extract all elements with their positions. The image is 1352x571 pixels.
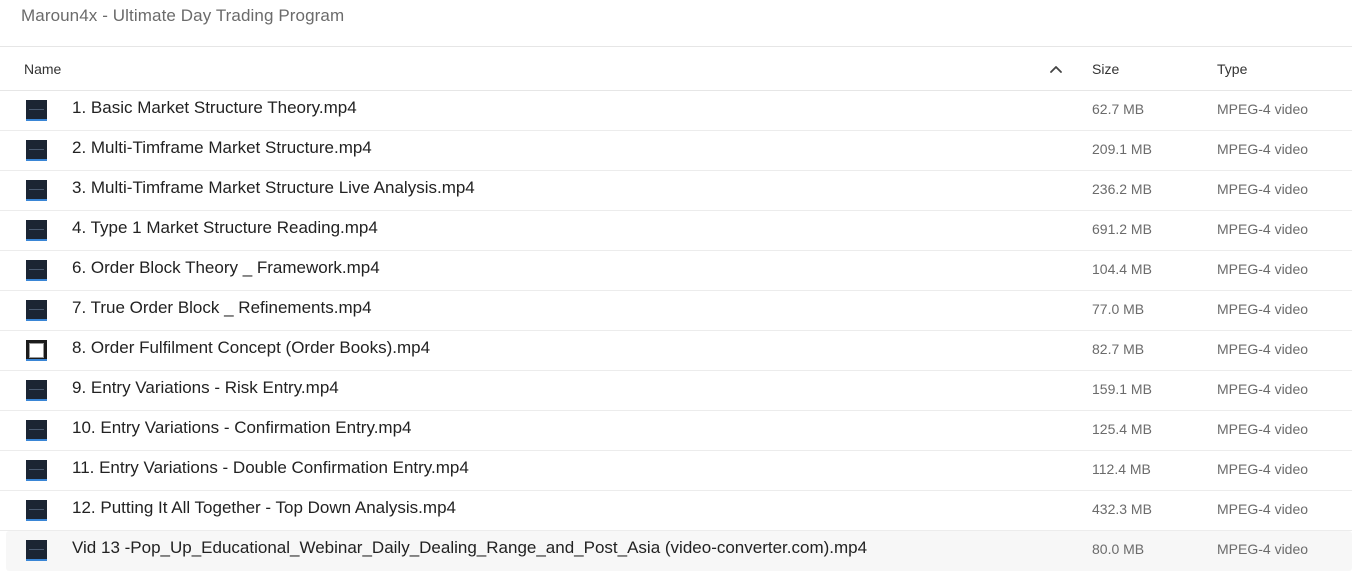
file-type: MPEG-4 video	[1217, 381, 1309, 397]
file-size: 691.2 MB	[1092, 221, 1152, 237]
table-row[interactable]: 3. Multi-Timframe Market Structure Live …	[0, 171, 1352, 211]
file-size: 112.4 MB	[1092, 461, 1151, 477]
file-size: 209.1 MB	[1092, 141, 1152, 157]
video-thumbnail-icon	[26, 100, 47, 121]
file-size: 82.7 MB	[1092, 341, 1145, 357]
file-name: 6. Order Block Theory _ Framework.mp4	[72, 258, 380, 277]
folder-header: Maroun4x - Ultimate Day Trading Program	[0, 0, 1352, 47]
table-row[interactable]: 8. Order Fulfilment Concept (Order Books…	[0, 331, 1352, 371]
file-size: 159.1 MB	[1092, 381, 1152, 397]
table-row[interactable]: 2. Multi-Timframe Market Structure.mp4 20…	[0, 131, 1352, 171]
table-row[interactable]: 9. Entry Variations - Risk Entry.mp4 159.…	[0, 371, 1352, 411]
video-thumbnail-icon	[26, 500, 47, 521]
video-thumbnail-icon	[26, 180, 47, 201]
table-row[interactable]: 4. Type 1 Market Structure Reading.mp4 69…	[0, 211, 1352, 251]
video-thumbnail-icon	[26, 420, 47, 441]
file-size: 77.0 MB	[1092, 301, 1145, 317]
file-name: 8. Order Fulfilment Concept (Order Books…	[72, 338, 431, 357]
table-row[interactable]: 10. Entry Variations - Confirmation Entr…	[0, 411, 1352, 451]
file-type: MPEG-4 video	[1217, 541, 1309, 557]
file-name: 2. Multi-Timframe Market Structure.mp4	[72, 138, 372, 157]
file-type: MPEG-4 video	[1217, 301, 1309, 317]
video-thumbnail-icon	[26, 300, 47, 321]
file-name: 9. Entry Variations - Risk Entry.mp4	[72, 378, 339, 397]
file-list: 1. Basic Market Structure Theory.mp4 62.7…	[0, 91, 1352, 571]
file-type: MPEG-4 video	[1217, 501, 1309, 517]
file-size: 104.4 MB	[1092, 261, 1152, 277]
table-header-row: Name Size Type	[0, 47, 1352, 91]
file-name: 4. Type 1 Market Structure Reading.mp4	[72, 218, 378, 237]
video-thumbnail-icon	[26, 260, 47, 281]
file-size: 236.2 MB	[1092, 181, 1152, 197]
file-name: 11. Entry Variations - Double Confirmati…	[72, 458, 469, 477]
column-header-size[interactable]: Size	[1092, 61, 1119, 77]
video-thumbnail-icon	[26, 140, 47, 161]
file-table: Name Size Type 1. Basic Market Structure…	[0, 47, 1352, 571]
file-size: 432.3 MB	[1092, 501, 1152, 517]
file-name: 3. Multi-Timframe Market Structure Live …	[72, 178, 475, 197]
video-thumbnail-icon	[26, 540, 47, 561]
video-thumbnail-white-icon	[26, 340, 47, 361]
file-name: 7. True Order Block _ Refinements.mp4	[72, 298, 372, 317]
file-type: MPEG-4 video	[1217, 341, 1309, 357]
file-type: MPEG-4 video	[1217, 101, 1309, 117]
folder-title: Maroun4x - Ultimate Day Trading Program	[21, 6, 345, 25]
table-row[interactable]: 1. Basic Market Structure Theory.mp4 62.7…	[0, 91, 1352, 131]
chevron-up-icon[interactable]	[1049, 63, 1063, 75]
file-size: 80.0 MB	[1092, 541, 1145, 557]
table-row[interactable]: 6. Order Block Theory _ Framework.mp4 104…	[0, 251, 1352, 291]
table-row[interactable]: Vid 13 -Pop_Up_Educational_Webinar_Daily…	[6, 531, 1352, 571]
file-type: MPEG-4 video	[1217, 261, 1309, 277]
column-header-type[interactable]: Type	[1217, 61, 1247, 77]
column-header-name[interactable]: Name	[24, 61, 61, 77]
file-name: 10. Entry Variations - Confirmation Entr…	[72, 418, 412, 437]
file-size: 125.4 MB	[1092, 421, 1152, 437]
file-type: MPEG-4 video	[1217, 181, 1309, 197]
file-type: MPEG-4 video	[1217, 421, 1309, 437]
table-row[interactable]: 11. Entry Variations - Double Confirmati…	[0, 451, 1352, 491]
video-thumbnail-icon	[26, 220, 47, 241]
file-name: 1. Basic Market Structure Theory.mp4	[72, 98, 357, 117]
table-row[interactable]: 7. True Order Block _ Refinements.mp4 77.…	[0, 291, 1352, 331]
table-row[interactable]: 12. Putting It All Together - Top Down A…	[0, 491, 1352, 531]
file-name: 12. Putting It All Together - Top Down A…	[72, 498, 456, 517]
video-thumbnail-icon	[26, 460, 47, 481]
file-type: MPEG-4 video	[1217, 221, 1309, 237]
video-thumbnail-icon	[26, 380, 47, 401]
file-type: MPEG-4 video	[1217, 141, 1309, 157]
file-type: MPEG-4 video	[1217, 461, 1309, 477]
file-size: 62.7 MB	[1092, 101, 1145, 117]
file-name: Vid 13 -Pop_Up_Educational_Webinar_Daily…	[72, 538, 868, 557]
